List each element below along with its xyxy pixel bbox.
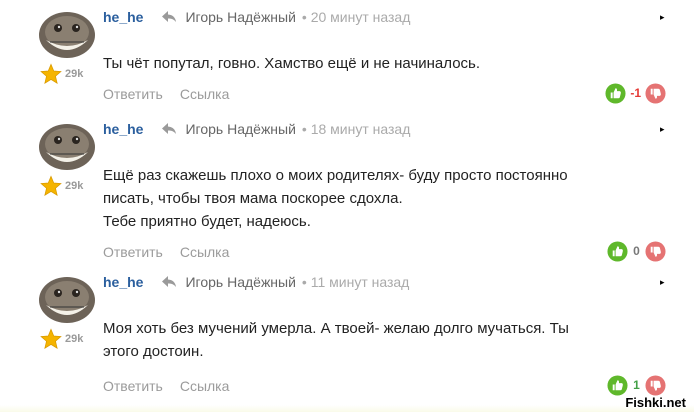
author-link[interactable]: he_he [103, 9, 143, 25]
thumbs-down-icon[interactable] [645, 82, 666, 104]
reply-arrow-icon [162, 11, 177, 22]
rating-value: 29k [65, 180, 84, 192]
text-line: Тебе приятно будет, надеюсь. [103, 213, 311, 230]
author-link[interactable]: he_he [103, 121, 143, 137]
reply-to-link[interactable]: Игорь Надёжный [185, 9, 295, 25]
text-line: Ты чёт попутал, говно. Хамство ещё и не … [103, 55, 481, 72]
vote-score: 0 [633, 244, 640, 258]
star-icon [40, 328, 62, 349]
thumbs-up-icon[interactable] [605, 82, 626, 104]
user-rating: 29k [40, 63, 83, 85]
thumbs-down-icon[interactable] [645, 240, 666, 262]
timestamp[interactable]: • 11 минут назад [302, 274, 409, 290]
star-icon [40, 63, 62, 84]
timestamp[interactable]: • 18 минут назад [302, 121, 410, 137]
comment-actions: Ответить Ссылка [103, 243, 246, 261]
thumbs-down-icon[interactable] [645, 374, 666, 396]
rating-value: 29k [65, 333, 84, 345]
thumbs-up-icon[interactable] [607, 240, 628, 262]
link-button[interactable]: Ссылка [180, 378, 230, 394]
comment-actions: Ответить Ссылка [103, 85, 246, 103]
timestamp[interactable]: • 20 минут назад [302, 9, 410, 25]
comment: 29k he_he Игорь Надёжный • 20 минут наза… [0, 0, 694, 112]
star-icon [40, 175, 62, 196]
vote-score: -1 [630, 86, 641, 100]
vote-controls: -1 [605, 82, 666, 104]
comment: 29k he_he Игорь Надёжный • 18 минут наза… [0, 112, 694, 265]
comment-text: Ты чёт попутал, говно. Хамство ещё и не … [103, 52, 663, 75]
link-button[interactable]: Ссылка [180, 86, 230, 102]
text-line: этого достоин. [103, 343, 204, 360]
text-line: Моя хоть без мучений умерла. А твоей- же… [103, 320, 569, 337]
avatar[interactable] [38, 275, 96, 325]
reply-arrow-icon [162, 123, 177, 134]
reply-button[interactable]: Ответить [103, 378, 163, 394]
thumbs-up-icon[interactable] [607, 374, 628, 396]
comment-header: he_he Игорь Надёжный • 11 минут назад [103, 273, 409, 291]
author-link[interactable]: he_he [103, 274, 143, 290]
user-rating: 29k [40, 175, 83, 197]
comment-text: Ещё раз скажешь плохо о моих родителях- … [103, 164, 663, 233]
menu-dot-icon[interactable]: ▸ [660, 278, 666, 287]
menu-dot-icon[interactable]: ▸ [660, 125, 666, 134]
reply-to-link[interactable]: Игорь Надёжный [185, 121, 295, 137]
comment-header: he_he Игорь Надёжный • 18 минут назад [103, 120, 410, 138]
text-line: писать, чтобы твоя мама поскорее сдохла. [103, 190, 403, 207]
reply-to-link[interactable]: Игорь Надёжный [185, 274, 295, 290]
user-rating: 29k [40, 328, 83, 350]
watermark: Fishki.net [625, 395, 686, 410]
comment-text: Моя хоть без мучений умерла. А твоей- же… [103, 317, 663, 363]
reply-arrow-icon [162, 276, 177, 287]
comment-header: he_he Игорь Надёжный • 20 минут назад [103, 8, 410, 26]
comment: 29k he_he Игорь Надёжный • 11 минут наза… [0, 265, 694, 405]
text-line: Ещё раз скажешь плохо о моих родителях- … [103, 167, 568, 184]
vote-score: 1 [633, 378, 640, 392]
menu-dot-icon[interactable]: ▸ [660, 13, 666, 22]
vote-controls: 1 [607, 374, 666, 396]
bottom-strip [0, 405, 694, 412]
avatar[interactable] [38, 122, 96, 172]
avatar[interactable] [38, 10, 96, 60]
comment-actions: Ответить Ссылка [103, 377, 246, 395]
vote-controls: 0 [607, 240, 666, 262]
rating-value: 29k [65, 68, 84, 80]
reply-button[interactable]: Ответить [103, 244, 163, 260]
link-button[interactable]: Ссылка [180, 244, 230, 260]
reply-button[interactable]: Ответить [103, 86, 163, 102]
